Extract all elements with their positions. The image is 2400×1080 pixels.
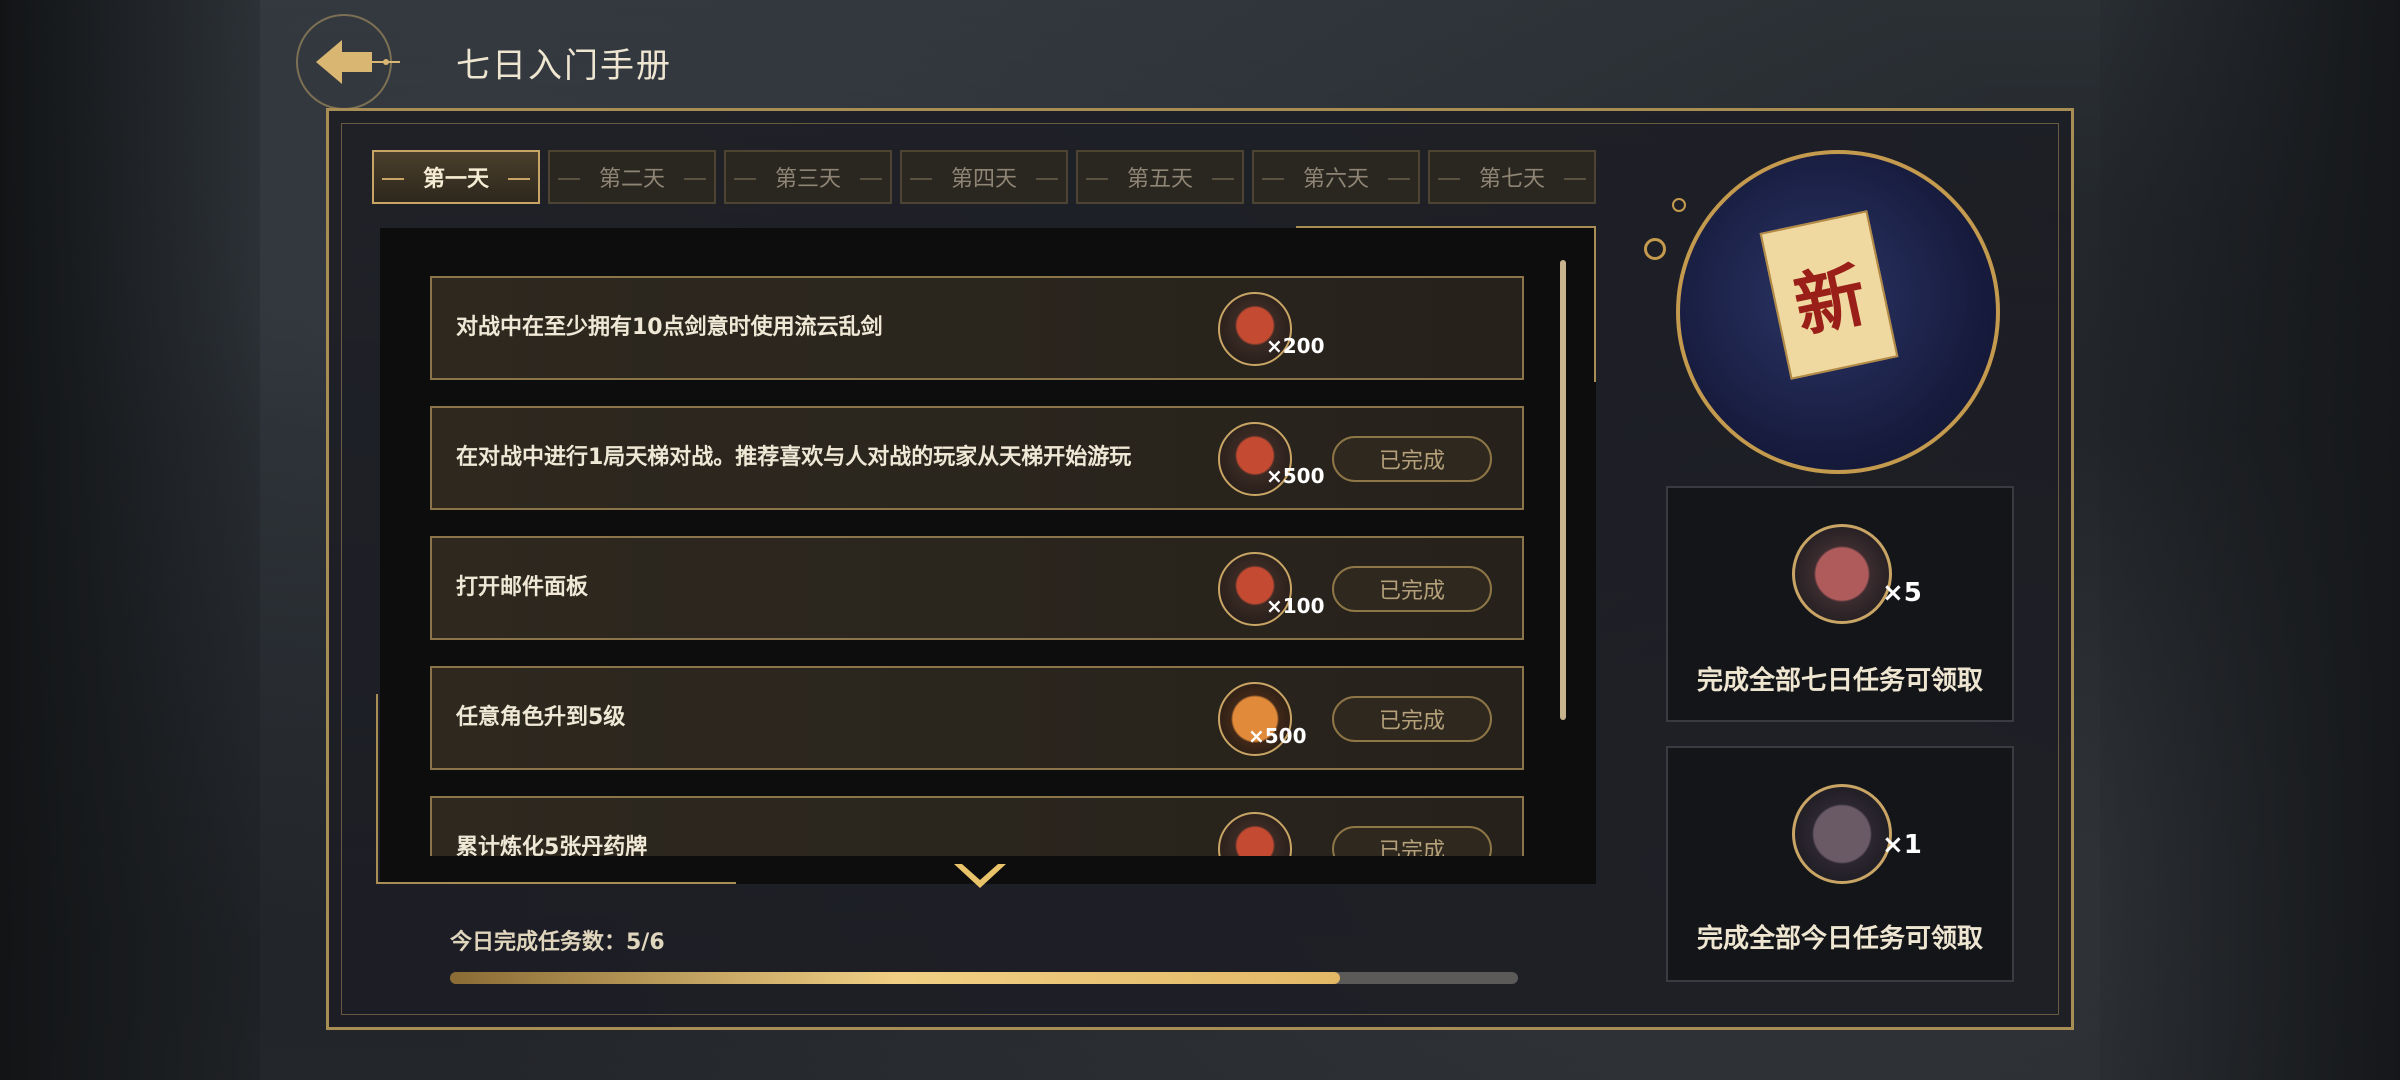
task-reward[interactable]: ×200 [1218, 292, 1328, 368]
reward-quantity: ×5 [1882, 578, 1922, 608]
tab-day-6[interactable]: 第六天 [1252, 150, 1420, 204]
scroll-down-chevron-icon[interactable] [950, 856, 1010, 896]
task-list[interactable]: 对战中在至少拥有10点剑意时使用流云乱剑 ×200 在对战中进行1局天梯对战。推… [430, 272, 1530, 856]
daily-progress-bar [450, 972, 1518, 984]
character-figure-icon [1792, 784, 1892, 884]
decorative-dot [1644, 238, 1666, 260]
completed-button[interactable]: 已完成 [1332, 826, 1492, 856]
tab-day-5[interactable]: 第五天 [1076, 150, 1244, 204]
treasure-chest-icon [1792, 524, 1892, 624]
task-description: 任意角色升到5级 [456, 705, 626, 730]
completed-button[interactable]: 已完成 [1332, 566, 1492, 612]
daily-reward-card[interactable]: ×1 完成全部今日任务可领取 [1666, 746, 2014, 982]
task-row: 打开邮件面板 ×100 已完成 [430, 536, 1524, 640]
task-reward[interactable]: ×500 [1218, 682, 1328, 758]
page-title: 七日入门手册 [456, 46, 672, 86]
back-button[interactable] [296, 14, 406, 110]
decorative-dot [1672, 198, 1686, 212]
task-description: 在对战中进行1局天梯对战。推荐喜欢与人对战的玩家从天梯开始游玩 [456, 445, 1132, 470]
task-description: 打开邮件面板 [456, 575, 589, 600]
seven-day-reward-card[interactable]: ×5 完成全部七日任务可领取 [1666, 486, 2014, 722]
daily-progress-label: 今日完成任务数：5/6 [450, 930, 665, 955]
task-list-scrollbar[interactable] [1560, 260, 1566, 720]
task-reward[interactable]: ×500 [1218, 422, 1328, 498]
reward-condition-label: 完成全部七日任务可领取 [1696, 666, 1983, 696]
task-description: 累计炼化5张丹药牌 [456, 835, 648, 856]
completed-button[interactable]: 已完成 [1332, 696, 1492, 742]
task-reward[interactable]: ×100 [1218, 552, 1328, 628]
reward-quantity: ×1 [1882, 830, 1922, 860]
tab-day-2[interactable]: 第二天 [548, 150, 716, 204]
tab-day-7[interactable]: 第七天 [1428, 150, 1596, 204]
task-reward[interactable] [1218, 812, 1328, 856]
tab-day-1[interactable]: 第一天 [372, 150, 540, 204]
daily-progress-fill [450, 972, 1340, 984]
task-row: 累计炼化5张丹药牌 已完成 [430, 796, 1524, 856]
back-arrow-icon [316, 40, 400, 84]
reward-quantity: ×100 [1266, 594, 1325, 618]
task-row: 任意角色升到5级 ×500 已完成 [430, 666, 1524, 770]
day-tabs: 第一天 第二天 第三天 第四天 第五天 第六天 第七天 [372, 150, 1596, 204]
background-shade-left [0, 0, 260, 1080]
reward-condition-label: 完成全部今日任务可领取 [1696, 924, 1983, 954]
tab-day-4[interactable]: 第四天 [900, 150, 1068, 204]
task-description: 对战中在至少拥有10点剑意时使用流云乱剑 [456, 315, 883, 340]
completed-button[interactable]: 已完成 [1332, 436, 1492, 482]
reward-quantity: ×200 [1266, 334, 1325, 358]
tab-day-3[interactable]: 第三天 [724, 150, 892, 204]
task-row: 在对战中进行1局天梯对战。推荐喜欢与人对战的玩家从天梯开始游玩 ×500 已完成 [430, 406, 1524, 510]
reward-quantity: ×500 [1248, 724, 1307, 748]
task-row: 对战中在至少拥有10点剑意时使用流云乱剑 ×200 [430, 276, 1524, 380]
background-shade-right [2100, 0, 2400, 1080]
sword-token-icon [1218, 812, 1292, 856]
reward-quantity: ×500 [1266, 464, 1325, 488]
